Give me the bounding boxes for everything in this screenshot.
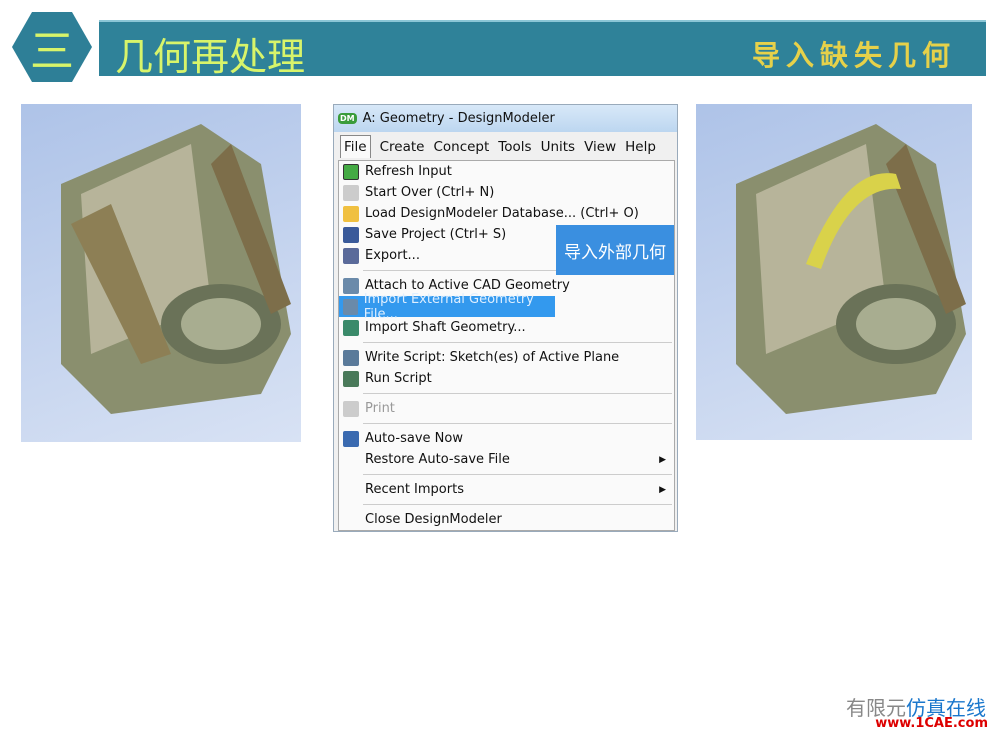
model-image-before xyxy=(21,104,301,442)
menu-item-label: Auto-save Now xyxy=(365,431,463,446)
menu-file[interactable]: File xyxy=(340,135,371,158)
menu-create[interactable]: Create xyxy=(380,139,425,155)
menu-item-label: Restore Auto-save File xyxy=(365,452,510,467)
title-banner: 几何再处理 导入缺失几何 xyxy=(99,20,986,79)
menu-item-label: Close DesignModeler xyxy=(365,512,502,527)
start-over-icon xyxy=(343,184,359,201)
menu-item-import-shaft[interactable]: Import Shaft Geometry... xyxy=(339,317,674,338)
export-icon xyxy=(343,247,359,264)
menu-item-label: Refresh Input xyxy=(365,164,452,179)
menu-item-print: Print xyxy=(339,398,674,419)
menu-separator xyxy=(363,393,672,394)
bracket-model-after-image xyxy=(736,124,966,414)
folder-open-icon xyxy=(343,205,359,222)
section-number-badge: 三 xyxy=(12,12,92,82)
menu-item-label: Write Script: Sketch(es) of Active Plane xyxy=(365,350,620,365)
menu-item-import-external-geometry[interactable]: Import External Geometry File... xyxy=(339,292,555,322)
menu-item-close[interactable]: Close DesignModeler xyxy=(339,509,674,530)
slide-title: 几何再处理 xyxy=(115,35,306,79)
blank-icon xyxy=(343,452,359,468)
bracket-model-before-image xyxy=(61,124,291,414)
menu-separator xyxy=(363,474,672,475)
save-icon xyxy=(343,226,359,243)
menu-separator xyxy=(363,504,672,505)
menu-item-autosave-now[interactable]: Auto-save Now xyxy=(339,428,674,449)
menu-tools[interactable]: Tools xyxy=(498,139,531,155)
menu-bar: File Create Concept Tools Units View Hel… xyxy=(334,132,677,161)
shaft-icon xyxy=(343,319,359,336)
designmodeler-window: DM A: Geometry - DesignModeler File Crea… xyxy=(333,104,678,532)
print-icon xyxy=(343,400,359,417)
menu-item-load-database[interactable]: Load DesignModeler Database... (Ctrl+ O) xyxy=(339,203,674,224)
watermark-url: www.1CAE.com xyxy=(875,716,988,731)
menu-help[interactable]: Help xyxy=(625,139,656,155)
blank-icon xyxy=(343,482,359,498)
import-callout-label: 导入外部几何 xyxy=(556,225,674,275)
menu-item-label: Load DesignModeler Database... (Ctrl+ O) xyxy=(365,206,639,221)
app-icon: DM xyxy=(338,113,357,124)
menu-view[interactable]: View xyxy=(584,139,616,155)
run-script-icon xyxy=(343,370,359,387)
menu-item-label: Recent Imports xyxy=(365,482,464,497)
slide-subtitle: 导入缺失几何 xyxy=(751,39,956,72)
menu-units[interactable]: Units xyxy=(541,139,576,155)
menu-item-run-script[interactable]: Run Script xyxy=(339,368,674,389)
title-bar: DM A: Geometry - DesignModeler xyxy=(334,105,677,132)
import-geometry-icon xyxy=(343,298,358,315)
menu-item-start-over[interactable]: Start Over (Ctrl+ N) xyxy=(339,182,674,203)
menu-item-restore-autosave[interactable]: Restore Auto-save File ▶ xyxy=(339,449,674,470)
menu-concept[interactable]: Concept xyxy=(433,139,489,155)
file-menu-dropdown: Refresh Input Start Over (Ctrl+ N) Load … xyxy=(338,160,675,531)
menu-separator xyxy=(363,423,672,424)
menu-item-label: Export... xyxy=(365,248,420,263)
menu-item-label: Start Over (Ctrl+ N) xyxy=(365,185,495,200)
blank-icon xyxy=(343,512,359,528)
refresh-icon xyxy=(343,163,359,180)
menu-item-refresh-input[interactable]: Refresh Input xyxy=(339,161,674,182)
window-title: A: Geometry - DesignModeler xyxy=(362,111,555,126)
menu-separator xyxy=(363,342,672,343)
menu-item-label: Save Project (Ctrl+ S) xyxy=(365,227,507,242)
write-script-icon xyxy=(343,349,359,366)
submenu-arrow-icon: ▶ xyxy=(659,454,666,465)
menu-item-write-script[interactable]: Write Script: Sketch(es) of Active Plane xyxy=(339,347,674,368)
menu-item-label: Run Script xyxy=(365,371,432,386)
attach-cad-icon xyxy=(343,277,359,294)
menu-item-recent-imports[interactable]: Recent Imports ▶ xyxy=(339,479,674,500)
menu-item-label: Print xyxy=(365,401,395,416)
menu-item-label: Import Shaft Geometry... xyxy=(365,320,526,335)
submenu-arrow-icon: ▶ xyxy=(659,484,666,495)
autosave-icon xyxy=(343,430,359,447)
model-image-after xyxy=(696,104,972,440)
